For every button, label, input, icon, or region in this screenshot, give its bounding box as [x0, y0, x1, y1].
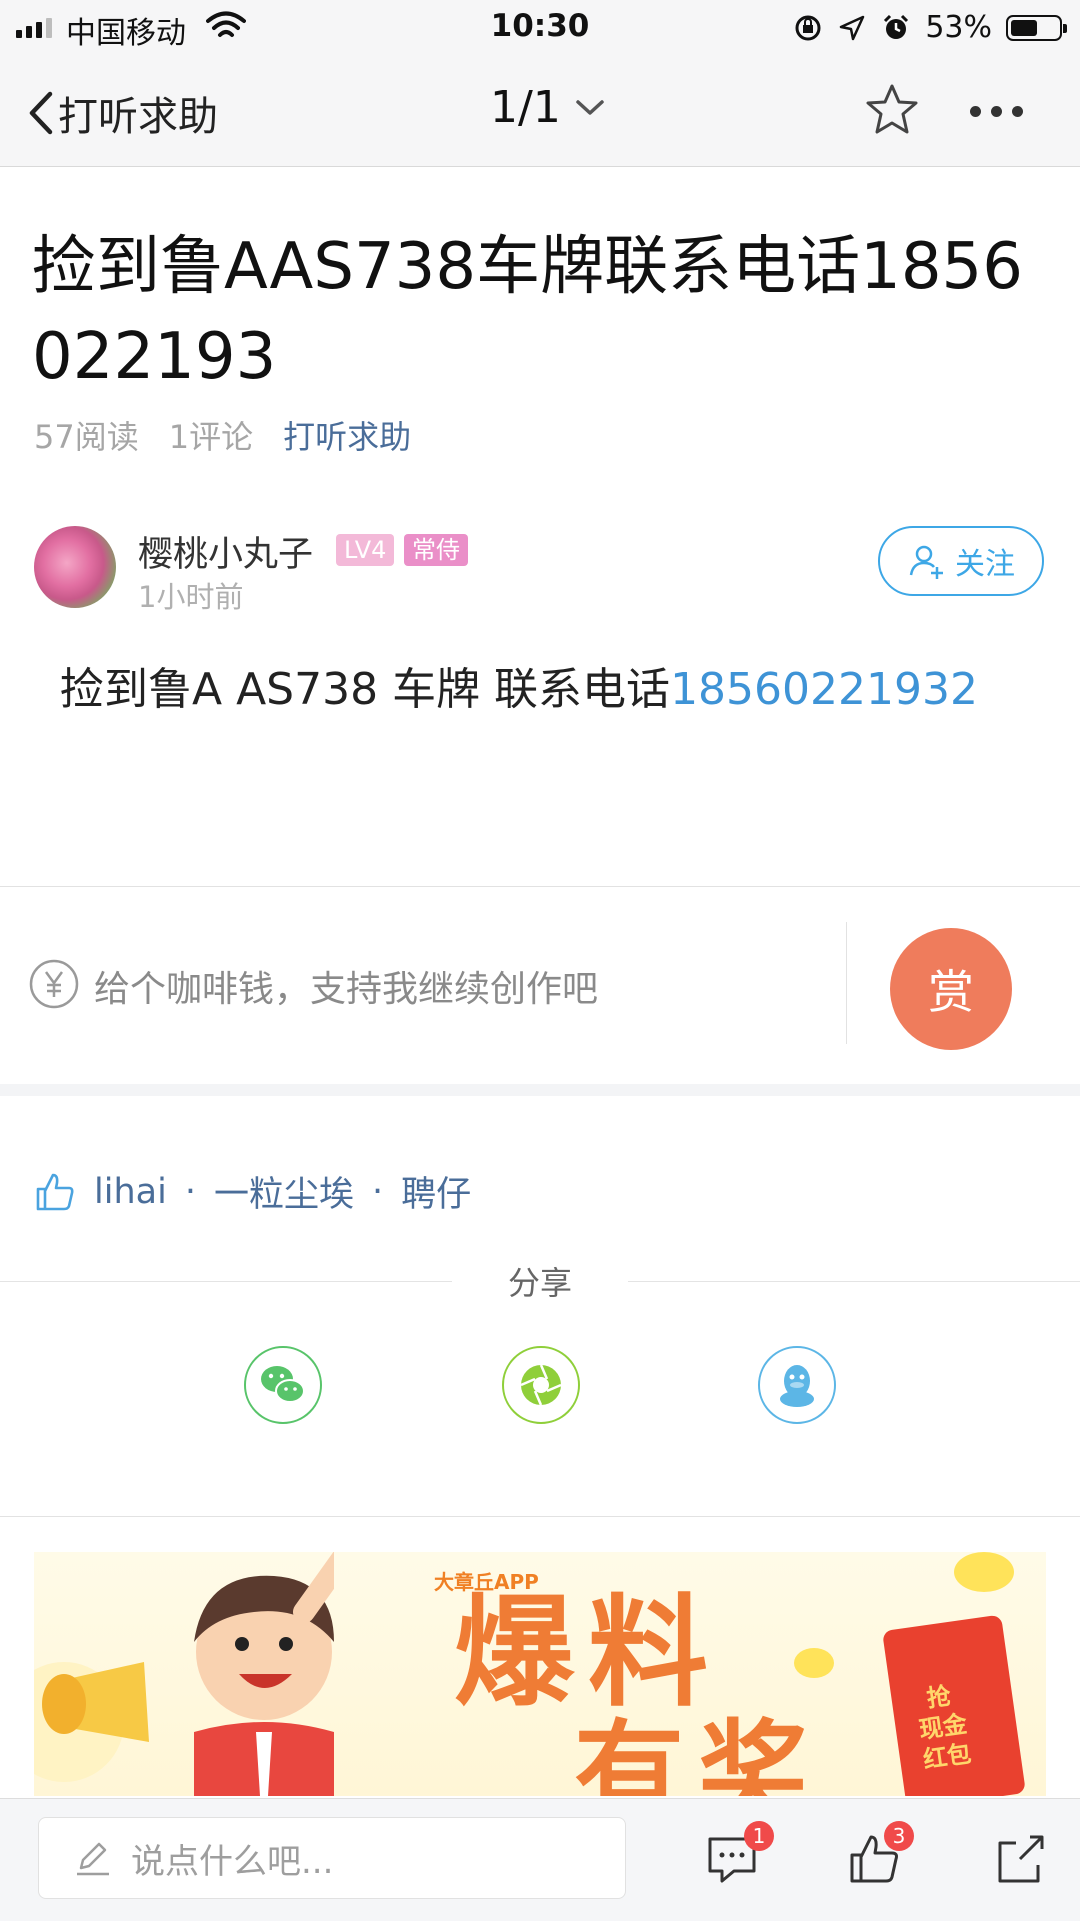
qq-penguin-icon [780, 1365, 814, 1407]
post-title: 捡到鲁AAS738车牌联系电话1856022193 [32, 230, 1023, 394]
post-meta: 57阅读 1评论 打听求助 [34, 412, 411, 458]
follow-label: 关注 [955, 547, 1015, 582]
post-time: 1小时前 [138, 580, 244, 614]
phone-link[interactable]: 18560221932 [670, 664, 978, 715]
coin-decoration [794, 1648, 834, 1678]
page-selector[interactable]: 1/1 [490, 82, 605, 133]
yen-coin-icon [29, 959, 79, 1009]
banner-headline: 有奖 [574, 1709, 822, 1796]
like-count-badge: 3 [884, 1821, 914, 1851]
chevron-left-icon [29, 91, 53, 135]
share-label: 分享 [507, 1264, 572, 1302]
back-button[interactable]: 打听求助 [26, 84, 218, 142]
separator: · [184, 1171, 196, 1212]
divider [0, 886, 1080, 887]
rotation-lock-icon [795, 15, 821, 40]
share-qq-button[interactable] [758, 1346, 836, 1424]
battery-icon [1006, 14, 1067, 41]
thumbs-up-icon [36, 1173, 74, 1210]
moments-icon [520, 1364, 562, 1406]
level-badge: LV4 [336, 534, 395, 566]
author-name[interactable]: 樱桃小丸子 [138, 526, 313, 577]
alarm-icon [884, 14, 909, 39]
page-indicator: 1/1 [490, 82, 561, 133]
chevron-down-icon [576, 99, 604, 115]
read-count: 57阅读 [34, 418, 139, 456]
share-icon[interactable] [990, 1829, 1050, 1889]
pencil-icon [77, 1842, 109, 1876]
comment-placeholder: 说点什么吧... [131, 1841, 334, 1882]
coin-decoration [954, 1552, 1014, 1592]
follow-button[interactable]: 关注 [878, 526, 1044, 596]
separator: · [371, 1171, 384, 1212]
wechat-icon [261, 1366, 305, 1403]
rank-badge: 常侍 [404, 534, 468, 566]
status-bar: 中国移动 10:30 53% [0, 0, 1080, 56]
liker-name[interactable]: lihai [94, 1172, 167, 1212]
battery-percent: 53% [925, 10, 992, 45]
share-moments-button[interactable] [502, 1346, 580, 1424]
liker-name[interactable]: 一粒尘埃 [214, 1166, 354, 1217]
share-wechat-button[interactable] [244, 1346, 322, 1424]
author-avatar[interactable] [34, 526, 116, 608]
category-link[interactable]: 打听求助 [283, 412, 411, 458]
comment-input[interactable]: 说点什么吧... [38, 1817, 626, 1899]
tip-prompt: 给个咖啡钱，支持我继续创作吧 [94, 969, 599, 1010]
divider [846, 922, 847, 1044]
comment-count-badge: 1 [744, 1821, 774, 1851]
back-label: 打听求助 [58, 94, 218, 140]
nav-bar: 打听求助 1/1 [0, 56, 1080, 167]
add-user-icon [909, 545, 943, 579]
comment-count: 1评论 [168, 418, 254, 456]
reward-button[interactable]: 赏 [890, 928, 1012, 1050]
divider [0, 1516, 1080, 1517]
post-body: 捡到鲁A AS738 车牌 联系电话18560221932 [32, 654, 1052, 726]
location-icon [840, 15, 865, 40]
banner-headline: 爆料 [454, 1584, 722, 1723]
liker-name[interactable]: 聘仔 [401, 1166, 471, 1217]
section-divider [0, 1084, 1080, 1096]
cartoon-man-illustration [34, 1552, 334, 1796]
more-options-icon[interactable] [970, 106, 1023, 117]
favorite-star-icon[interactable] [864, 82, 920, 138]
post-body-text: 捡到鲁A AS738 车牌 联系电话 [59, 664, 671, 715]
promo-banner[interactable]: 大章丘APP 爆料 有奖 抢 现金 红包 [34, 1552, 1046, 1796]
likes-list: lihai · 一粒尘埃 · 聘仔 [34, 1166, 471, 1217]
bottom-bar: 说点什么吧... 1 3 [0, 1798, 1080, 1921]
